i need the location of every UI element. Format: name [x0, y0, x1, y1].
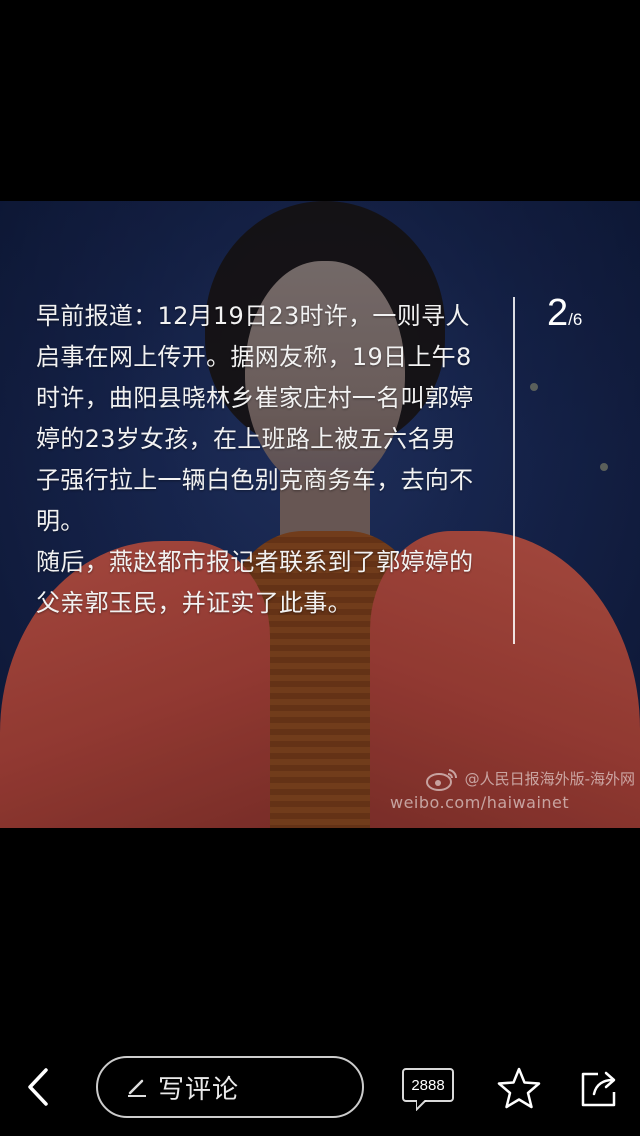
weibo-logo-icon: [425, 766, 459, 792]
watermark-line1: @人民日报海外版-海外网: [390, 766, 635, 792]
back-button[interactable]: [18, 1062, 62, 1112]
comments-count-button[interactable]: 2888: [402, 1068, 458, 1114]
photo-counter-current: 2: [547, 292, 569, 334]
watermark-account: @人民日报海外版-海外网: [464, 770, 635, 788]
photo-watermark: @人民日报海外版-海外网 weibo.com/haiwainet: [390, 766, 635, 814]
caption-paragraph: 随后，燕赵都市报记者联系到了郭婷婷的父亲郭玉民，并证实了此事。: [36, 548, 474, 617]
photo-counter-total: /6: [568, 310, 583, 329]
share-icon: [581, 1071, 616, 1107]
pen-icon: [128, 1079, 146, 1097]
write-comment-label: 写评论: [158, 1074, 240, 1105]
caption-paragraph: 早前报道：12月19日23时许，一则寻人启事在网上传开。据网友称，19日上午8时…: [36, 302, 474, 535]
favorite-button[interactable]: [496, 1066, 542, 1110]
star-icon: [497, 1067, 541, 1109]
photo-viewer-page: @人民日报海外版-海外网 weibo.com/haiwainet 早前报道：12…: [0, 0, 640, 1136]
comments-count: 2888: [411, 1076, 445, 1094]
photo-counter: 2/6: [547, 292, 582, 335]
bubble-tail: [416, 1100, 427, 1111]
photo-caption: 早前报道：12月19日23时许，一则寻人启事在网上传开。据网友称，19日上午8时…: [36, 296, 476, 624]
wall-dot: [600, 463, 608, 471]
watermark-url: weibo.com/haiwainet: [390, 793, 570, 812]
bottom-toolbar: 写评论 2888: [0, 1040, 640, 1136]
write-comment-button[interactable]: 写评论: [96, 1056, 364, 1118]
wall-dot: [530, 383, 538, 391]
chevron-left-icon: [28, 1068, 48, 1106]
comment-bubble-icon: 2888: [402, 1068, 454, 1102]
caption-divider: [513, 297, 515, 644]
share-button[interactable]: [578, 1066, 622, 1110]
